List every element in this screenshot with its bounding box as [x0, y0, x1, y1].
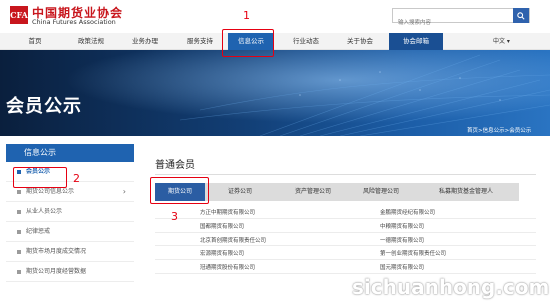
sidebar-item-discipline[interactable]: 纪律惩戒: [6, 222, 134, 242]
search-input[interactable]: [393, 16, 511, 30]
nav-service[interactable]: 服务支持: [180, 33, 220, 50]
search-box: [392, 8, 530, 30]
tab-private-fund-manager[interactable]: 私募期货基金管理人: [417, 183, 515, 201]
annotation-number-1: 1: [243, 9, 250, 22]
nav-business[interactable]: 业务办理: [125, 33, 165, 50]
search-button[interactable]: [513, 8, 529, 23]
logo-subtitle: China Futures Association: [32, 18, 116, 26]
sidebar-item-practitioner[interactable]: 从业人员公示: [6, 202, 134, 222]
member-type-tabs: 期货公司 证券公司 资产管理公司 风险管理公司 私募期货基金管理人: [155, 183, 519, 201]
member-link[interactable]: 国都期货有限公司: [200, 222, 244, 230]
member-link[interactable]: 国元期货有限公司: [380, 263, 424, 271]
sidebar-item-label: 期货市场月度成交情况: [26, 248, 87, 255]
page: CFA 中国期货业协会 China Futures Association 首页…: [0, 0, 550, 302]
sidebar-item-label: 期货公司月度经营数据: [26, 268, 87, 275]
table-row: 宏源期货有限公司 第一创业期货有限责任公司: [155, 246, 536, 261]
sidebar-item-label: 期货公司信息公示: [26, 188, 75, 195]
bullet-icon: [17, 270, 21, 274]
chevron-right-icon[interactable]: ›: [123, 182, 126, 202]
nav-mailbox[interactable]: 协会邮箱: [389, 33, 443, 50]
bullet-icon: [17, 250, 21, 254]
annotation-box-2: [13, 167, 67, 188]
page-title: 会员公示: [6, 96, 82, 117]
sidebar-item-label: 从业人员公示: [26, 208, 63, 215]
breadcrumb[interactable]: 首页>信息公示>会员公示: [467, 126, 531, 134]
member-link[interactable]: 北京首创期货有限责任公司: [200, 236, 266, 244]
main-nav: 首页 政策法规 业务办理 服务支持 信息公示 行业动态 关于协会 协会邮箱 中文…: [0, 33, 550, 50]
nav-industry-news[interactable]: 行业动态: [286, 33, 326, 50]
member-link[interactable]: 中粮期货有限公司: [380, 222, 424, 230]
watermark: sichuanhong.com: [352, 275, 550, 299]
nav-home[interactable]: 首页: [17, 33, 53, 50]
member-link[interactable]: 一德期货有限公司: [380, 236, 424, 244]
search-icon: [517, 11, 525, 20]
annotation-box-3: [150, 177, 209, 204]
bullet-icon: [17, 230, 21, 234]
tab-securities-company[interactable]: 证券公司: [215, 183, 265, 201]
annotation-box-1: [222, 29, 274, 57]
sidebar-item-label: 纪律惩戒: [26, 228, 51, 235]
nav-about[interactable]: 关于协会: [340, 33, 380, 50]
member-link[interactable]: 冠通期货股份有限公司: [200, 263, 255, 271]
table-row: 北京首创期货有限责任公司 一德期货有限公司: [155, 233, 536, 247]
table-row: 国都期货有限公司 中粮期货有限公司: [155, 219, 536, 233]
divider: [155, 174, 536, 175]
sidebar-item-monthly-trading[interactable]: 期货市场月度成交情况: [6, 242, 134, 262]
tab-asset-management[interactable]: 资产管理公司: [277, 183, 349, 201]
page-banner: 会员公示 首页>信息公示>会员公示: [0, 50, 550, 136]
banner-graphic: [0, 50, 550, 136]
table-row: 方正中期期货有限公司 金鹏期货经纪有限公司: [155, 205, 536, 219]
sidebar-title: 信息公示: [6, 144, 134, 162]
section-title: 普通会员: [155, 160, 195, 171]
table-row: 冠通期货股份有限公司 国元期货有限公司: [155, 260, 536, 274]
logo-icon[interactable]: CFA: [10, 6, 28, 24]
language-selector[interactable]: 中文 ▾: [493, 33, 510, 50]
annotation-number-2: 2: [73, 172, 80, 185]
member-link[interactable]: 宏源期货有限公司: [200, 249, 244, 257]
site-header: CFA 中国期货业协会 China Futures Association: [0, 0, 550, 33]
annotation-number-3: 3: [171, 210, 178, 223]
tab-risk-management[interactable]: 风险管理公司: [347, 183, 415, 201]
bullet-icon: [17, 210, 21, 214]
member-list: 方正中期期货有限公司 金鹏期货经纪有限公司 国都期货有限公司 中粮期货有限公司 …: [155, 205, 536, 274]
member-link[interactable]: 第一创业期货有限责任公司: [380, 249, 446, 257]
bullet-icon: [17, 190, 21, 194]
sidebar-item-monthly-operating[interactable]: 期货公司月度经营数据: [6, 262, 134, 282]
member-link[interactable]: 金鹏期货经纪有限公司: [380, 208, 435, 216]
nav-policy[interactable]: 政策法规: [72, 33, 110, 50]
member-link[interactable]: 方正中期期货有限公司: [200, 208, 255, 216]
